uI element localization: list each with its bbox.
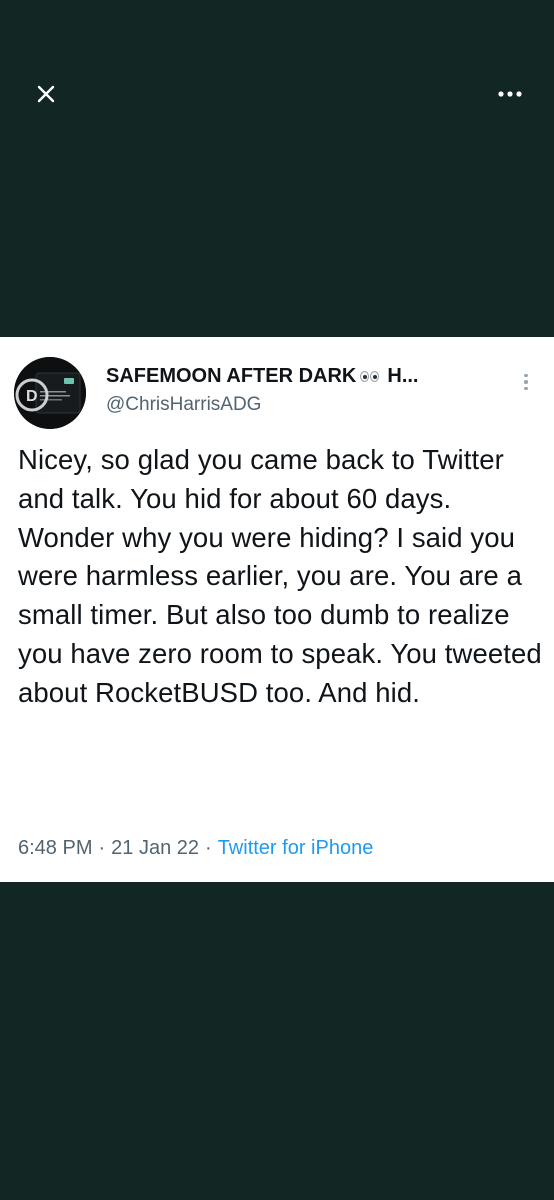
tweet-date: 21 Jan 22: [111, 837, 200, 859]
tweet-image-viewer: D SAFEMOON AFTER DARK H... @ChrisHarrisA…: [0, 0, 554, 1200]
display-name-suffix: H...: [387, 365, 419, 387]
tweet-text: Nicey, so glad you came back to Twitter …: [18, 444, 542, 708]
separator-dot: ·: [205, 837, 212, 859]
tweet-more-icon: [516, 367, 536, 397]
separator-dot: ·: [98, 837, 106, 859]
close-button[interactable]: [24, 72, 68, 116]
avatar-logo-image: D: [14, 357, 86, 429]
avatar: D: [14, 357, 86, 429]
tweet-time: 6:48 PM: [18, 837, 93, 859]
svg-text:D: D: [26, 388, 38, 405]
eyes-emoji-icon: [360, 371, 380, 382]
close-icon: [37, 85, 55, 103]
more-options-button[interactable]: [488, 72, 532, 116]
tweet-author: SAFEMOON AFTER DARK H... @ChrisHarrisADG: [106, 365, 496, 416]
more-horizontal-icon: [498, 91, 522, 97]
tweet-metadata: 6:48 PM · 21 Jan 22 · Twitter for iPhone: [18, 837, 373, 860]
user-handle: @ChrisHarrisADG: [106, 394, 262, 415]
tweet-source-link: Twitter for iPhone: [217, 837, 374, 859]
display-name: SAFEMOON AFTER DARK H...: [106, 365, 496, 388]
display-name-text: SAFEMOON AFTER DARK: [106, 365, 357, 387]
tweet-screenshot-card: D SAFEMOON AFTER DARK H... @ChrisHarrisA…: [0, 337, 554, 882]
viewer-top-bar: [0, 0, 554, 190]
